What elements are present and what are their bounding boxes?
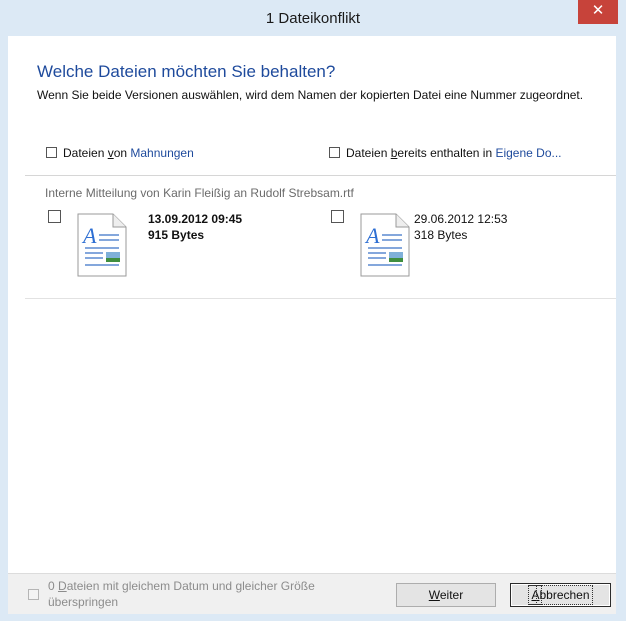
source-column-header[interactable]: Dateien von Mahnungen <box>46 146 194 160</box>
skip-label-prefix: 0 <box>48 579 59 593</box>
conflict-filename: Interne Mitteilung von Karin Fleißig an … <box>45 186 354 200</box>
cancel-label: bbrechen <box>536 585 593 605</box>
dialog-content <box>8 36 616 611</box>
row-divider <box>25 298 616 299</box>
svg-text:A: A <box>364 223 380 248</box>
source-folder-link[interactable]: Mahnungen <box>130 146 193 160</box>
destination-column-header[interactable]: Dateien bereits enthalten in Eigene Do..… <box>329 146 562 160</box>
continue-key: W <box>428 588 440 602</box>
cancel-button[interactable]: Abbrechen <box>510 583 611 607</box>
destination-file-checkbox[interactable] <box>331 210 344 223</box>
destination-file-meta: 29.06.2012 12:53 318 Bytes <box>414 211 507 243</box>
dialog-window: 1 Dateikonflikt ✕ Welche Dateien möchten… <box>0 0 626 621</box>
destination-folder-link[interactable]: Eigene Do... <box>495 146 561 160</box>
svg-text:A: A <box>81 223 97 248</box>
source-file-size: 915 Bytes <box>148 228 205 242</box>
skip-label-rest: ateien mit gleichem Datum und gleicher G… <box>66 579 315 593</box>
skip-same-files-checkbox[interactable] <box>28 589 39 600</box>
select-all-source-checkbox[interactable] <box>46 147 57 159</box>
close-button[interactable]: ✕ <box>578 0 618 24</box>
title-bar[interactable]: 1 Dateikonflikt ✕ <box>0 0 626 36</box>
source-file-checkbox[interactable] <box>48 210 61 223</box>
destination-file-date: 29.06.2012 12:53 <box>414 212 508 226</box>
continue-button[interactable]: Weiter <box>396 583 496 607</box>
close-icon: ✕ <box>591 2 605 19</box>
cancel-label-wrap: Abbrechen <box>528 585 593 605</box>
skip-same-files-label: 0 Dateien mit gleichem Datum und gleiche… <box>48 578 378 610</box>
destination-label-rest: ereits enthalten in <box>397 146 496 160</box>
dialog-description: Wenn Sie beide Versionen auswählen, wird… <box>37 88 584 102</box>
continue-label: eiter <box>439 588 464 602</box>
source-label-rest: on <box>113 146 131 160</box>
select-all-destination-checkbox[interactable] <box>329 147 340 159</box>
header-divider <box>25 175 616 176</box>
source-file-date: 13.09.2012 09:45 <box>148 212 243 226</box>
rtf-document-icon[interactable]: A <box>360 213 410 277</box>
window-title: 1 Dateikonflikt <box>265 10 361 27</box>
source-label-prefix: Dateien <box>63 146 108 160</box>
rtf-document-icon[interactable]: A <box>77 213 127 277</box>
source-file-meta: 13.09.2012 09:45 915 Bytes <box>148 211 242 243</box>
dialog-heading: Welche Dateien möchten Sie behalten? <box>37 62 336 81</box>
skip-label-key: D <box>58 579 67 593</box>
destination-file-size: 318 Bytes <box>414 228 468 242</box>
skip-label-line2: überspringen <box>48 595 119 609</box>
destination-label-prefix: Dateien <box>346 146 391 160</box>
